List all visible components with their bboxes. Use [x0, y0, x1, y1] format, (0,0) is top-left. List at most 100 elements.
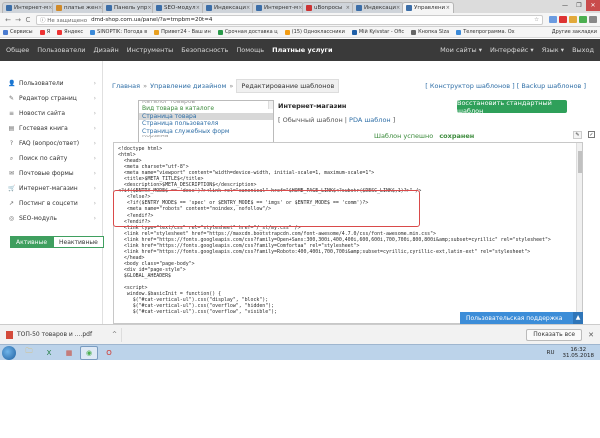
code-line[interactable]: <link href="https://fonts.googleapis.com…	[118, 249, 578, 255]
interface-menu[interactable]: Интерфейс ▾	[490, 46, 534, 54]
code-line[interactable]: <link href="https://fonts.googleapis.com…	[118, 237, 578, 243]
template-list-item[interactable]: Корзина	[139, 135, 273, 139]
forward-icon[interactable]: →	[13, 16, 23, 24]
site-nav-item[interactable]: Безопасность	[181, 46, 228, 54]
taskbar-app-icon[interactable]: O	[100, 346, 118, 360]
taskbar-app-icon[interactable]: 🗀	[20, 346, 38, 360]
back-icon[interactable]: ←	[3, 16, 13, 24]
paid-services-link[interactable]: Платные услуги	[272, 46, 332, 54]
bookmark-star-icon[interactable]: ☆	[534, 17, 539, 23]
browser-tab[interactable]: Индексаци ×	[202, 2, 254, 13]
tab-favicon-icon	[156, 5, 162, 11]
menu-icon[interactable]	[589, 16, 597, 23]
browser-tab[interactable]: SEO-модул ×	[152, 2, 204, 13]
maximize-button[interactable]: ❐	[572, 0, 586, 11]
tab-close-icon[interactable]: ×	[446, 5, 450, 11]
language-menu[interactable]: Язык ▾	[542, 46, 564, 54]
close-download-bar-icon[interactable]: ✕	[588, 331, 594, 339]
editor-scrollbar[interactable]	[576, 143, 582, 323]
sidebar-item[interactable]: ✎ Редактор страниц ›	[0, 91, 102, 106]
template-list-scrollbar[interactable]	[268, 101, 273, 109]
user-support-widget[interactable]: Пользовательская поддержка ▲	[460, 312, 583, 324]
bookmark-item[interactable]: Я	[39, 29, 50, 35]
bookmark-item[interactable]: Кнопка Slza	[411, 29, 449, 35]
code-text[interactable]: <!doctype html> <html> <head> <meta chars…	[114, 143, 582, 318]
template-list-item[interactable]: Страница пользователя	[139, 120, 273, 128]
sidebar-item[interactable]: ▤ Гостевая книга ›	[0, 121, 102, 136]
reload-icon[interactable]: C	[23, 16, 33, 24]
breadcrumb-home[interactable]: Главная	[112, 82, 140, 90]
sidebar-item[interactable]: 🛒 Интернет-магазин ›	[0, 181, 102, 196]
bookmark-item[interactable]: Сервисы	[3, 29, 33, 35]
template-list-item[interactable]: Страница служебных форм	[139, 128, 273, 136]
sidebar-item[interactable]: ≡ Новости сайта ›	[0, 106, 102, 121]
template-backup-link[interactable]: [ Backup шаблонов ]	[517, 82, 586, 90]
checkbox[interactable]: ✓	[588, 131, 595, 138]
show-all-downloads-button[interactable]: Показать все	[526, 328, 583, 341]
tab-close-icon[interactable]: ×	[346, 5, 350, 11]
url-input[interactable]: ⓘ Не защищено dmd-shop.com.ua/panel/?a=t…	[36, 14, 543, 25]
site-nav-item[interactable]: Помощь	[236, 46, 264, 54]
bookmark-item[interactable]: SINOPTIK: Погода в	[90, 29, 147, 35]
browser-tab[interactable]: Управлени ×	[402, 2, 454, 13]
template-list[interactable]: Каталог товаров Вид товара в каталоге Стра…	[138, 100, 274, 143]
taskbar-app-icon[interactable]: X	[40, 346, 58, 360]
clock[interactable]: 16:32 31.05.2018	[563, 347, 595, 359]
template-list-item[interactable]: Вид товара в каталоге	[139, 105, 273, 113]
bookmark-item[interactable]: Яндекс	[57, 29, 83, 35]
sidebar-item[interactable]: ⌕ Поиск по сайту ›	[0, 151, 102, 166]
logout-link[interactable]: Выход	[572, 46, 594, 54]
sidebar-item[interactable]: ? FAQ (вопрос/ответ) ›	[0, 136, 102, 151]
start-button[interactable]	[2, 345, 16, 360]
my-sites-menu[interactable]: Мои сайты ▾	[440, 46, 482, 54]
extension-icon[interactable]	[549, 16, 557, 23]
extension-icon[interactable]	[559, 16, 567, 23]
bookmark-item[interactable]: Мій Kyivstar - Ofic	[351, 29, 404, 35]
site-nav-item[interactable]: Дизайн	[94, 46, 119, 54]
tab-close-icon[interactable]: ×	[396, 5, 400, 11]
bookmark-item[interactable]: (15) Одноклассники	[284, 29, 345, 35]
inactive-filter-button[interactable]: Неактивные	[53, 236, 104, 248]
browser-tab[interactable]: платье жен ×	[52, 2, 104, 13]
tab-close-icon[interactable]: ×	[147, 5, 151, 11]
browser-tab[interactable]: Панель упр ×	[102, 2, 154, 13]
browser-tab[interactable]: Интернет-м ×	[252, 2, 304, 13]
edit-icon[interactable]: ✎	[573, 131, 582, 139]
code-editor[interactable]: <!doctype html> <html> <head> <meta chars…	[113, 142, 583, 324]
support-expand-icon[interactable]: ▲	[573, 312, 583, 324]
template-constructor-link[interactable]: [ Конструктор шаблонов ]	[425, 82, 514, 90]
site-nav-item[interactable]: Общее	[6, 46, 29, 54]
scrollbar-thumb[interactable]	[578, 151, 582, 173]
browser-tab[interactable]: Интернет-м ×	[2, 2, 54, 13]
site-nav-item[interactable]: Пользователи	[37, 46, 85, 54]
restore-default-template-button[interactable]: Восстановить стандартный шаблон	[457, 99, 567, 115]
bookmark-item[interactable]: Телепрограмма. Ох	[456, 29, 515, 35]
sidebar-item[interactable]: ↗ Постинг в соцсети ›	[0, 196, 102, 211]
sidebar-item[interactable]: ◎ SEO-модуль ›	[0, 211, 102, 226]
download-item[interactable]: ТОП-50 товаров и ....pdf ^	[6, 327, 122, 342]
bookmark-item[interactable]: Срочная доставка ц	[217, 29, 278, 35]
close-window-button[interactable]: ✕	[586, 0, 600, 11]
sidebar-item[interactable]: ✉ Почтовые формы ›	[0, 166, 102, 181]
active-filter-button[interactable]: Активные	[10, 236, 54, 248]
bookmark-item[interactable]: Привет24 - Ваш ин	[154, 29, 211, 35]
tab-close-icon[interactable]: ×	[246, 5, 250, 11]
extension-icon[interactable]	[579, 16, 587, 23]
tab-close-icon[interactable]: ×	[196, 5, 200, 11]
browser-tab[interactable]: Индексаци ×	[352, 2, 404, 13]
download-menu-icon[interactable]: ^	[112, 331, 117, 338]
extension-icon[interactable]	[569, 16, 577, 23]
taskbar-app-icon[interactable]: ◉	[80, 345, 98, 360]
sidebar-item-label: Гостевая книга	[19, 125, 68, 132]
minimize-button[interactable]: —	[558, 0, 572, 11]
pda-template-link[interactable]: PDA шаблон	[349, 116, 391, 124]
browser-tab[interactable]: uBonpocы ×	[302, 2, 354, 13]
template-list-item[interactable]: Страница товара	[139, 112, 273, 120]
language-indicator[interactable]: RU	[547, 350, 555, 356]
sidebar-item[interactable]: 👤 Пользователи ›	[0, 76, 102, 91]
not-secure-label[interactable]: ⓘ Не защищено	[40, 16, 87, 24]
breadcrumb-design[interactable]: Управление дизайном	[150, 82, 226, 90]
taskbar-app-icon[interactable]: ▦	[60, 346, 78, 360]
site-nav-item[interactable]: Инструменты	[127, 46, 174, 54]
other-bookmarks-folder[interactable]: Другие закладки	[552, 29, 597, 35]
